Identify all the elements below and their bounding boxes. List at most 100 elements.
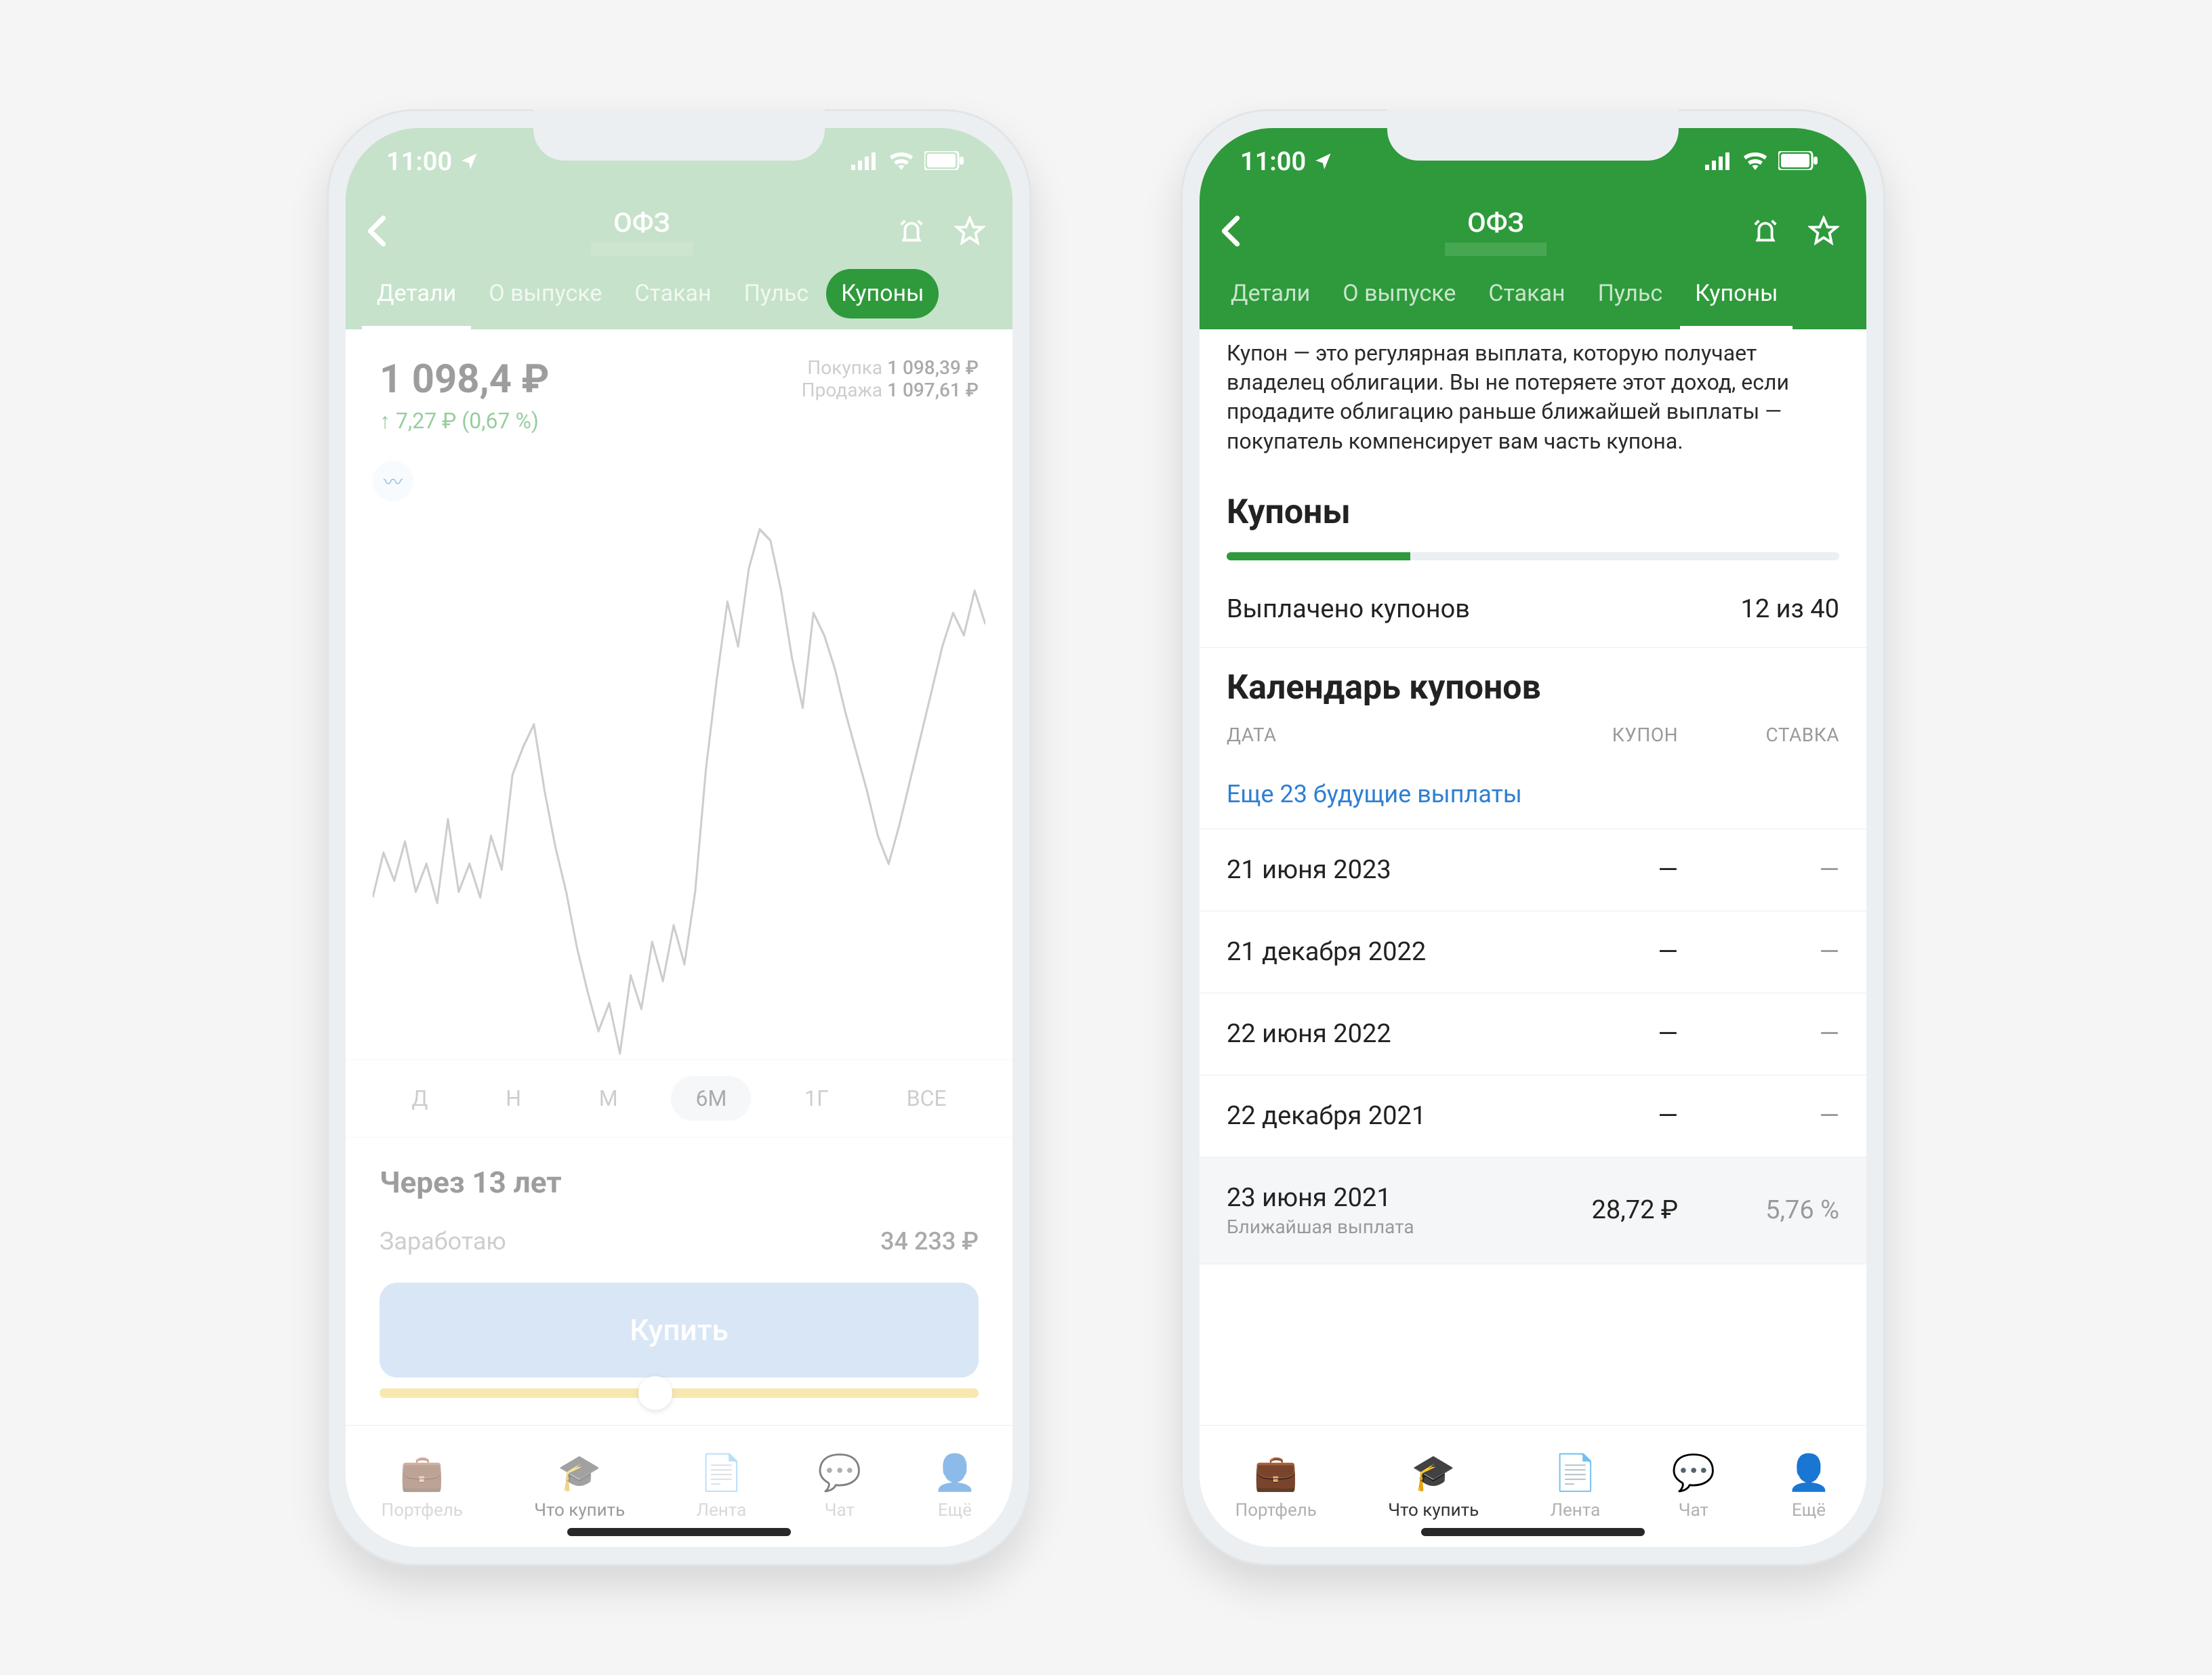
alarm-icon[interactable] bbox=[896, 215, 927, 249]
period-d[interactable]: Д bbox=[387, 1076, 452, 1121]
tabs: Детали О выпуске Стакан Пульс Купоны bbox=[346, 269, 1012, 329]
ticker-title: ОФЗ bbox=[408, 207, 876, 239]
person-icon: 👤 bbox=[1787, 1452, 1831, 1493]
nav-more[interactable]: 👤Ещё bbox=[933, 1452, 977, 1521]
tab-orderbook[interactable]: Стакан bbox=[619, 269, 726, 318]
tab-coupons-highlight[interactable]: Купоны bbox=[826, 269, 939, 318]
person-icon: 👤 bbox=[933, 1452, 977, 1493]
nav-more[interactable]: 👤Ещё bbox=[1787, 1452, 1831, 1521]
coupon-row[interactable]: 22 декабря 2021—— bbox=[1200, 1075, 1866, 1157]
battery-icon bbox=[1778, 147, 1818, 177]
clock: 11:00 bbox=[1240, 147, 1306, 177]
coupon-date: 21 декабря 2022 bbox=[1227, 937, 1517, 967]
coupon-date: 22 декабря 2021 bbox=[1227, 1101, 1517, 1131]
coupon-rows: 21 июня 2023——21 декабря 2022——22 июня 2… bbox=[1200, 829, 1866, 1264]
screen-left: 11:00 ОФЗ bbox=[346, 128, 1012, 1547]
tabs: Детали О выпуске Стакан Пульс Купоны bbox=[1200, 269, 1866, 329]
nav-feed[interactable]: 📄Лента bbox=[697, 1452, 747, 1521]
sell-label: Продажа bbox=[802, 379, 883, 401]
screen-right: 11:00 ОФЗ bbox=[1200, 128, 1866, 1547]
tab-details[interactable]: Детали bbox=[1216, 269, 1325, 318]
earn-value: 34 233 ₽ bbox=[880, 1227, 979, 1256]
coupon-content: Купон — это регулярная выплата, которую … bbox=[1200, 329, 1866, 1425]
tab-details[interactable]: Детали bbox=[362, 269, 471, 329]
coupon-rate: — bbox=[1678, 937, 1839, 967]
price-chart[interactable] bbox=[373, 501, 985, 1059]
nav-chat[interactable]: 💬Чат bbox=[818, 1452, 862, 1521]
coupon-row[interactable]: 21 июня 2023—— bbox=[1200, 829, 1866, 911]
nav-portfolio[interactable]: 💼Портфель bbox=[1235, 1452, 1317, 1521]
nav-whatbuy[interactable]: 🎓Что купить bbox=[1388, 1452, 1479, 1521]
progress-fill bbox=[1227, 552, 1410, 560]
slider-thumb[interactable] bbox=[638, 1376, 672, 1410]
feed-icon: 📄 bbox=[1553, 1452, 1597, 1493]
graduation-icon: 🎓 bbox=[1412, 1452, 1456, 1493]
period-6m[interactable]: 6М bbox=[671, 1076, 751, 1121]
section-coupons-title: Купоны bbox=[1200, 472, 1866, 552]
coupon-amount: — bbox=[1517, 937, 1678, 967]
col-rate: СТАВКА bbox=[1678, 724, 1839, 746]
price-block: 1 098,4 ₽ 7,27 ₽ (0,67 %) Покупка 1 098,… bbox=[346, 329, 1012, 447]
coupon-row[interactable]: 21 декабря 2022—— bbox=[1200, 911, 1866, 993]
coupon-rate: — bbox=[1678, 1019, 1839, 1049]
period-w[interactable]: Н bbox=[481, 1076, 546, 1121]
buy-button[interactable]: Купить bbox=[380, 1283, 979, 1378]
coupon-rate: 5,76 % bbox=[1678, 1195, 1839, 1225]
coupon-amount: — bbox=[1517, 855, 1678, 885]
coupon-row[interactable]: 22 июня 2022—— bbox=[1200, 993, 1866, 1075]
alarm-icon[interactable] bbox=[1750, 215, 1781, 249]
tab-orderbook[interactable]: Стакан bbox=[1473, 269, 1580, 318]
wifi-icon bbox=[1742, 147, 1769, 177]
battery-icon bbox=[924, 147, 964, 177]
sell-price: 1 097,61 ₽ bbox=[887, 379, 979, 401]
tab-coupons[interactable]: Купоны bbox=[1680, 269, 1793, 329]
location-icon bbox=[1314, 147, 1333, 177]
period-m[interactable]: М bbox=[575, 1076, 642, 1121]
star-icon[interactable] bbox=[1808, 215, 1839, 249]
calendar-headers: ДАТА КУПОН СТАВКА bbox=[1200, 714, 1866, 760]
phone-left-mockup: 11:00 ОФЗ bbox=[327, 109, 1031, 1566]
back-icon[interactable] bbox=[1220, 215, 1242, 250]
tab-about[interactable]: О выпуске bbox=[1328, 269, 1471, 318]
paid-label: Выплачено купонов bbox=[1227, 594, 1470, 624]
tab-pulse[interactable]: Пульс bbox=[1583, 269, 1678, 318]
period-1y[interactable]: 1Г bbox=[780, 1076, 853, 1121]
phone-right-mockup: 11:00 ОФЗ bbox=[1181, 109, 1885, 1566]
coupon-date: 23 июня 2021 bbox=[1227, 1183, 1517, 1213]
coupon-row[interactable]: 23 июня 2021Ближайшая выплата28,72 ₽5,76… bbox=[1200, 1157, 1866, 1264]
header: ОФЗ bbox=[1200, 196, 1866, 269]
earn-block: Через 13 лет Заработаю34 233 ₽ Купить bbox=[346, 1137, 1012, 1425]
home-indicator[interactable] bbox=[1421, 1528, 1645, 1536]
nav-feed[interactable]: 📄Лента bbox=[1551, 1452, 1601, 1521]
notch bbox=[533, 109, 825, 161]
coupon-amount: — bbox=[1517, 1101, 1678, 1131]
more-payments-link[interactable]: Еще 23 будущие выплаты bbox=[1200, 760, 1866, 829]
coupon-rate: — bbox=[1678, 1101, 1839, 1131]
header: ОФЗ bbox=[346, 196, 1012, 269]
coupon-amount: — bbox=[1517, 1019, 1678, 1049]
period-selector: Д Н М 6М 1Г ВСЕ bbox=[346, 1059, 1012, 1137]
notch bbox=[1387, 109, 1679, 161]
ticker-sub-placeholder bbox=[1445, 243, 1547, 256]
tab-about[interactable]: О выпуске bbox=[474, 269, 617, 318]
nav-chat[interactable]: 💬Чат bbox=[1672, 1452, 1716, 1521]
home-indicator[interactable] bbox=[567, 1528, 791, 1536]
back-icon[interactable] bbox=[366, 215, 388, 250]
graduation-icon: 🎓 bbox=[558, 1452, 602, 1493]
feed-icon: 📄 bbox=[699, 1452, 743, 1493]
tab-pulse[interactable]: Пульс bbox=[729, 269, 824, 318]
briefcase-icon: 💼 bbox=[400, 1452, 444, 1493]
earn-title: Через 13 лет bbox=[380, 1165, 979, 1200]
briefcase-icon: 💼 bbox=[1254, 1452, 1298, 1493]
earn-slider[interactable] bbox=[380, 1388, 979, 1398]
chart-type-icon[interactable]: 〰 bbox=[373, 461, 413, 501]
nav-whatbuy[interactable]: 🎓Что купить bbox=[534, 1452, 625, 1521]
paid-value: 12 из 40 bbox=[1740, 594, 1839, 624]
nav-portfolio[interactable]: 💼Портфель bbox=[382, 1452, 463, 1521]
chat-icon: 💬 bbox=[1672, 1452, 1716, 1493]
period-all[interactable]: ВСЕ bbox=[882, 1076, 971, 1121]
buy-label: Покупка bbox=[807, 356, 882, 379]
price: 1 098,4 ₽ bbox=[380, 356, 549, 402]
ticker-sub-placeholder bbox=[591, 243, 693, 256]
star-icon[interactable] bbox=[954, 215, 985, 249]
